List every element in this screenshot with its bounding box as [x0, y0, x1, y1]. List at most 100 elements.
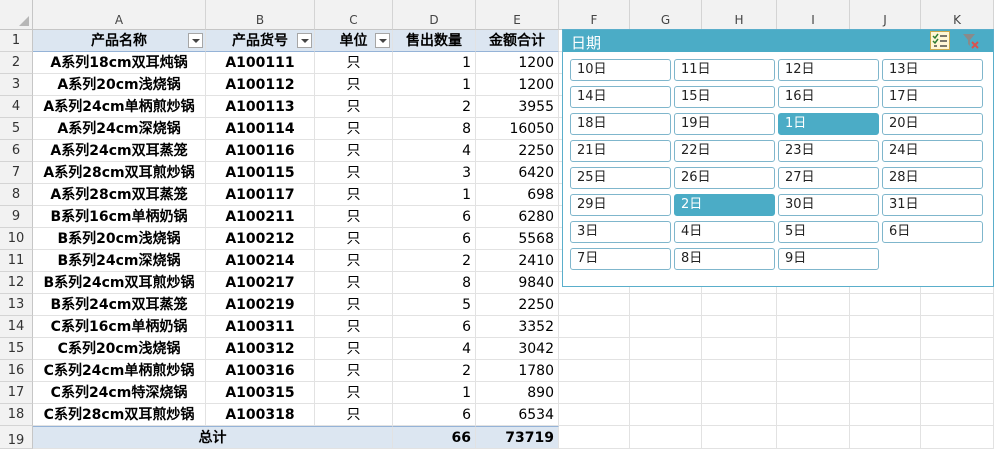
- row-header-2[interactable]: 2: [0, 52, 33, 74]
- table-cell[interactable]: A100219: [206, 294, 315, 316]
- row-header-12[interactable]: 12: [0, 272, 33, 294]
- table-cell[interactable]: 1200: [476, 52, 559, 74]
- empty-cell[interactable]: [921, 338, 994, 360]
- table-cell[interactable]: 4: [393, 338, 476, 360]
- column-header-f[interactable]: F: [559, 0, 630, 30]
- table-cell[interactable]: A100113: [206, 96, 315, 118]
- clear-filter-icon[interactable]: [961, 31, 981, 50]
- row-header-8[interactable]: 8: [0, 184, 33, 206]
- slicer-item[interactable]: 27日: [778, 167, 879, 189]
- table-cell[interactable]: 698: [476, 184, 559, 206]
- table-cell[interactable]: A100315: [206, 382, 315, 404]
- table-cell[interactable]: A系列28cm双耳蒸笼: [33, 184, 206, 206]
- empty-cell[interactable]: [630, 426, 702, 449]
- empty-cell[interactable]: [777, 360, 850, 382]
- table-cell[interactable]: A系列28cm双耳煎炒锅: [33, 162, 206, 184]
- table-cell[interactable]: C系列16cm单柄奶锅: [33, 316, 206, 338]
- empty-cell[interactable]: [630, 294, 702, 316]
- table-header-cell[interactable]: 单位: [315, 30, 393, 52]
- column-header-a[interactable]: A: [33, 0, 206, 30]
- slicer-item[interactable]: 30日: [778, 194, 879, 216]
- slicer-item[interactable]: 11日: [674, 59, 775, 81]
- row-header-15[interactable]: 15: [0, 338, 33, 360]
- table-cell[interactable]: A系列18cm双耳炖锅: [33, 52, 206, 74]
- empty-cell[interactable]: [921, 294, 994, 316]
- column-header-h[interactable]: H: [702, 0, 777, 30]
- empty-cell[interactable]: [702, 316, 777, 338]
- row-header-18[interactable]: 18: [0, 404, 33, 426]
- table-cell[interactable]: 只: [315, 140, 393, 162]
- empty-cell[interactable]: [702, 382, 777, 404]
- table-cell[interactable]: A100311: [206, 316, 315, 338]
- filter-dropdown-icon[interactable]: [188, 33, 203, 48]
- table-cell[interactable]: 只: [315, 382, 393, 404]
- empty-cell[interactable]: [777, 338, 850, 360]
- empty-cell[interactable]: [559, 316, 630, 338]
- filter-dropdown-icon[interactable]: [375, 33, 390, 48]
- slicer-item[interactable]: 21日: [570, 140, 671, 162]
- empty-cell[interactable]: [630, 382, 702, 404]
- table-cell[interactable]: A100111: [206, 52, 315, 74]
- empty-cell[interactable]: [850, 338, 921, 360]
- slicer-item[interactable]: 19日: [674, 113, 775, 135]
- table-cell[interactable]: 9840: [476, 272, 559, 294]
- table-cell[interactable]: A100116: [206, 140, 315, 162]
- table-cell[interactable]: 2250: [476, 140, 559, 162]
- empty-cell[interactable]: [777, 382, 850, 404]
- slicer-item[interactable]: 31日: [882, 194, 983, 216]
- row-header-10[interactable]: 10: [0, 228, 33, 250]
- slicer-item[interactable]: 1日: [778, 113, 879, 135]
- table-cell[interactable]: A系列24cm单柄煎炒锅: [33, 96, 206, 118]
- empty-cell[interactable]: [777, 294, 850, 316]
- table-cell[interactable]: 6: [393, 228, 476, 250]
- table-cell[interactable]: 890: [476, 382, 559, 404]
- slicer-item[interactable]: 2日: [674, 194, 775, 216]
- empty-cell[interactable]: [702, 360, 777, 382]
- table-cell[interactable]: 2: [393, 250, 476, 272]
- table-cell[interactable]: 2: [393, 96, 476, 118]
- slicer-item[interactable]: 9日: [778, 248, 879, 270]
- empty-cell[interactable]: [921, 404, 994, 426]
- table-cell[interactable]: 3955: [476, 96, 559, 118]
- table-header-cell[interactable]: 产品货号: [206, 30, 315, 52]
- row-header-4[interactable]: 4: [0, 96, 33, 118]
- slicer-item[interactable]: 4日: [674, 221, 775, 243]
- empty-cell[interactable]: [559, 294, 630, 316]
- empty-cell[interactable]: [921, 382, 994, 404]
- table-cell[interactable]: 2250: [476, 294, 559, 316]
- table-cell[interactable]: 8: [393, 118, 476, 140]
- table-cell[interactable]: B系列24cm双耳煎炒锅: [33, 272, 206, 294]
- empty-cell[interactable]: [702, 338, 777, 360]
- select-all-corner[interactable]: [0, 0, 33, 30]
- table-cell[interactable]: A100312: [206, 338, 315, 360]
- table-cell[interactable]: A系列24cm深烧锅: [33, 118, 206, 140]
- table-cell[interactable]: B系列16cm单柄奶锅: [33, 206, 206, 228]
- column-header-i[interactable]: I: [777, 0, 850, 30]
- table-cell[interactable]: 只: [315, 250, 393, 272]
- table-cell[interactable]: 6: [393, 316, 476, 338]
- slicer-item[interactable]: 28日: [882, 167, 983, 189]
- slicer-item[interactable]: 22日: [674, 140, 775, 162]
- table-cell[interactable]: 只: [315, 316, 393, 338]
- table-cell[interactable]: 2: [393, 360, 476, 382]
- table-cell[interactable]: A100217: [206, 272, 315, 294]
- table-cell[interactable]: 只: [315, 360, 393, 382]
- slicer-item[interactable]: 29日: [570, 194, 671, 216]
- table-header-cell[interactable]: 售出数量: [393, 30, 476, 52]
- empty-cell[interactable]: [559, 426, 630, 449]
- multi-select-icon[interactable]: [930, 31, 950, 50]
- row-header-11[interactable]: 11: [0, 250, 33, 272]
- row-header-6[interactable]: 6: [0, 140, 33, 162]
- table-cell[interactable]: C系列24cm特深烧锅: [33, 382, 206, 404]
- table-cell[interactable]: 只: [315, 404, 393, 426]
- table-cell[interactable]: 1200: [476, 74, 559, 96]
- table-cell[interactable]: 3: [393, 162, 476, 184]
- table-cell[interactable]: 1: [393, 382, 476, 404]
- empty-cell[interactable]: [702, 294, 777, 316]
- row-header-13[interactable]: 13: [0, 294, 33, 316]
- table-cell[interactable]: 5: [393, 294, 476, 316]
- table-cell[interactable]: B系列24cm双耳蒸笼: [33, 294, 206, 316]
- table-cell[interactable]: 只: [315, 228, 393, 250]
- slicer-item[interactable]: 14日: [570, 86, 671, 108]
- table-cell[interactable]: 6420: [476, 162, 559, 184]
